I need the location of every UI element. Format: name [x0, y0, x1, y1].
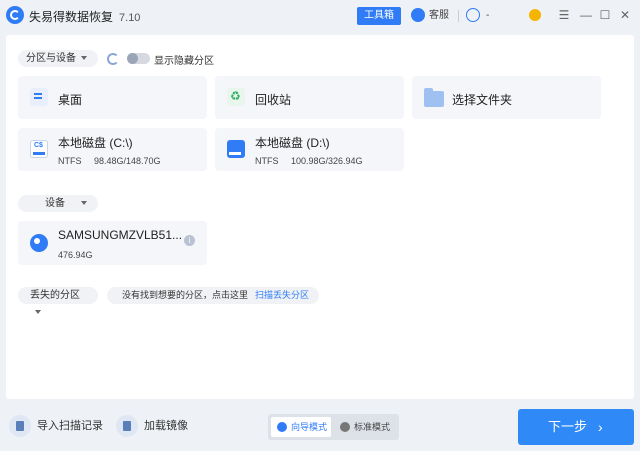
devices-filter-label: 设备 [45, 198, 65, 209]
partition-filter-label: 分区与设备 [26, 53, 76, 64]
vip-badge-icon[interactable] [529, 9, 541, 21]
chevron-right-icon: › [598, 419, 603, 435]
info-icon[interactable]: i [184, 235, 195, 246]
device-drive-icon [30, 234, 48, 252]
disk-filesystem: NTFS [58, 156, 82, 166]
lost-partition-dropdown[interactable]: 丢失的分区 [18, 287, 98, 315]
disk-usage: 98.48G/148.70G [94, 156, 161, 166]
location-title: 选择文件夹 [452, 93, 513, 107]
chevron-down-icon [81, 201, 87, 206]
app-title: 失易得数据恢复 7.10 [29, 8, 140, 25]
disk-title: 本地磁盘 (C:\) [58, 136, 133, 150]
mode-switch: 向导模式 标准模式 [268, 414, 399, 440]
recycle-bin-icon [227, 88, 245, 106]
account-button[interactable]: - [466, 8, 489, 24]
disk-card-c[interactable]: C$ 本地磁盘 (C:\) NTFS 98.48G/148.70G [18, 128, 207, 171]
partition-filter-dropdown[interactable]: 分区与设备 [18, 50, 98, 67]
app-name: 失易得数据恢复 [29, 10, 114, 24]
import-scan-record-label: 导入扫描记录 [37, 420, 103, 432]
maximize-icon[interactable]: ☐ [598, 8, 612, 22]
standard-mode-label: 标准模式 [354, 422, 391, 432]
lost-partition-hint-text: 没有找到想要的分区，点击这里 [122, 290, 249, 300]
mount-image-button[interactable]: 加载镜像 [116, 414, 188, 438]
location-card-desktop[interactable]: 桌面 [18, 76, 207, 119]
user-icon [466, 8, 480, 23]
location-card-select-folder[interactable]: 选择文件夹 [412, 76, 601, 119]
disk-filesystem: NTFS [255, 156, 279, 166]
guide-mode-button[interactable]: 向导模式 [271, 417, 331, 437]
disk-title: 本地磁盘 (D:\) [255, 136, 330, 150]
devices-filter-dropdown[interactable]: 设备 [18, 195, 98, 212]
menu-icon[interactable]: ☰ [557, 8, 571, 22]
location-title: 回收站 [255, 93, 292, 107]
disk-card-d[interactable]: 本地磁盘 (D:\) NTFS 100.98G/326.94G [215, 128, 404, 171]
import-scan-record-button[interactable]: 导入扫描记录 [9, 414, 103, 438]
next-label: 下一步 [548, 419, 588, 434]
lost-partition-hint: 没有找到想要的分区，点击这里 扫描丢失分区 [107, 287, 319, 304]
titlebar-divider [458, 10, 459, 22]
close-icon[interactable]: ✕ [618, 8, 632, 22]
disk-icon-text: C$ [34, 142, 43, 149]
mount-image-icon [116, 415, 138, 438]
scan-lost-partition-link[interactable]: 扫描丢失分区 [255, 290, 309, 300]
import-icon [9, 415, 31, 438]
account-label: - [486, 10, 490, 21]
customer-service-label: 客服 [429, 10, 449, 21]
device-card-samsung[interactable]: SAMSUNGMZVLB51... 476.94G i [18, 221, 207, 265]
standard-mode-icon [340, 422, 350, 432]
device-title: SAMSUNGMZVLB51... [58, 228, 183, 242]
app-logo-icon [6, 6, 24, 24]
standard-mode-button[interactable]: 标准模式 [334, 417, 396, 437]
refresh-icon[interactable] [107, 53, 119, 65]
guide-mode-icon [277, 422, 287, 432]
disk-icon [227, 140, 245, 158]
chevron-down-icon [81, 56, 87, 61]
location-card-recycle-bin[interactable]: 回收站 [215, 76, 404, 119]
device-size: 476.94G [58, 250, 93, 260]
app-version: 7.10 [119, 12, 141, 24]
disk-icon: C$ [30, 140, 48, 158]
customer-service-icon [411, 8, 425, 23]
minimize-icon[interactable]: — [579, 8, 593, 22]
desktop-icon [30, 88, 48, 106]
customer-service-button[interactable]: 客服 [411, 8, 449, 24]
next-button[interactable]: 下一步 › [518, 409, 634, 445]
toolbox-button[interactable]: 工具箱 [357, 7, 401, 25]
mount-image-label: 加载镜像 [144, 420, 188, 432]
chevron-down-icon [35, 310, 41, 315]
show-hidden-label: 显示隐藏分区 [154, 56, 214, 67]
title-bar: 失易得数据恢复 7.10 工具箱 客服 - ☰ — ☐ ✕ [0, 0, 640, 32]
lost-partition-label: 丢失的分区 [30, 290, 80, 301]
disk-usage: 100.98G/326.94G [291, 156, 363, 166]
show-hidden-toggle[interactable] [127, 53, 150, 64]
location-title: 桌面 [58, 93, 83, 107]
guide-mode-label: 向导模式 [291, 422, 328, 432]
folder-icon [424, 88, 444, 107]
